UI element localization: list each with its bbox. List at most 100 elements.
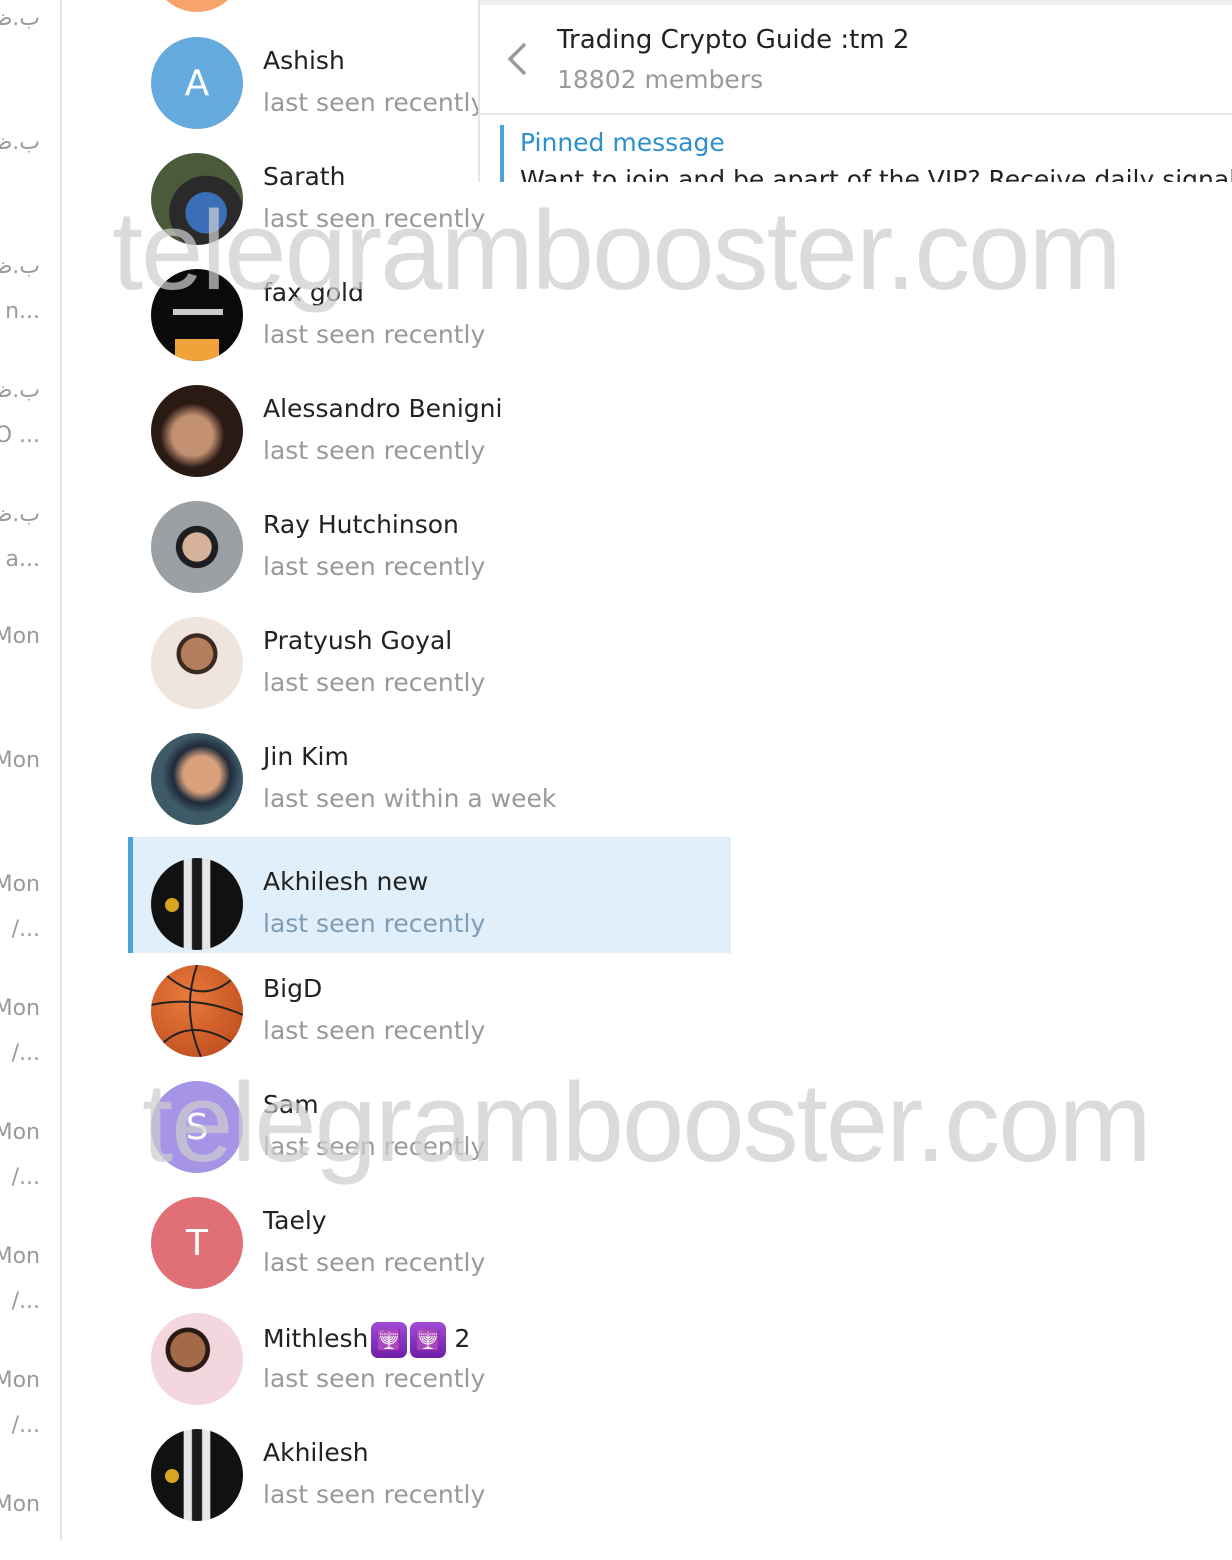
- pinned-message[interactable]: Pinned message Want to join and be apart…: [500, 125, 1232, 182]
- member-name: Sam: [263, 1090, 319, 1119]
- avatar[interactable]: [151, 0, 243, 12]
- chat-title: Trading Crypto Guide :tm 2: [557, 25, 910, 55]
- member-name: Alessandro Benigni: [263, 394, 503, 423]
- avatar: [151, 1429, 243, 1521]
- member-row[interactable]: Jin Kim last seen within a week: [128, 712, 731, 828]
- chat-list-item[interactable]: ب.ظ: [0, 6, 40, 31]
- member-row[interactable]: T Taely last seen recently: [128, 1176, 731, 1292]
- chat-list-item[interactable]: Mon /...: [0, 1368, 40, 1438]
- avatar: [151, 858, 243, 950]
- menorah-emoji-icon: 🕎: [371, 1322, 408, 1358]
- member-status: last seen recently: [263, 88, 486, 117]
- chat-list-item[interactable]: Mon /...: [0, 1120, 40, 1190]
- chat-time: ب.ظ: [0, 502, 40, 527]
- chat-list-item[interactable]: Mon /...: [0, 1244, 40, 1314]
- chat-time: Mon: [0, 872, 40, 897]
- member-name: BigD: [263, 974, 323, 1003]
- member-status: last seen recently: [263, 436, 486, 465]
- member-name: Ashish: [263, 46, 345, 75]
- member-status: last seen recently: [263, 1016, 486, 1045]
- avatar: [151, 153, 243, 245]
- avatar: [151, 617, 243, 709]
- chat-list-item[interactable]: Mon /...: [0, 996, 40, 1066]
- member-row[interactable]: fax gold last seen recently: [128, 248, 731, 364]
- chat-time: Mon: [0, 1492, 40, 1517]
- chat-preview: n...: [5, 299, 40, 324]
- member-row[interactable]: Akhilesh last seen recently: [128, 1408, 731, 1524]
- member-row[interactable]: Mithlesh 🕎 🕎 2 last seen recently: [128, 1292, 731, 1408]
- member-status: last seen recently: [263, 1132, 486, 1161]
- chat-time: ب.ظ: [0, 254, 40, 279]
- avatar: [151, 385, 243, 477]
- chevron-left-icon: [507, 43, 526, 75]
- chat-time: Mon: [0, 748, 40, 773]
- chat-time: Mon: [0, 624, 40, 649]
- chat-header-panel: Trading Crypto Guide :tm 2 18802 members…: [478, 0, 1232, 182]
- member-status: last seen within a week: [263, 784, 557, 813]
- member-status: last seen recently: [263, 1364, 486, 1393]
- chat-list-item[interactable]: Mon: [0, 1492, 40, 1517]
- chat-preview: /...: [11, 1165, 40, 1190]
- avatar: T: [151, 1197, 243, 1289]
- avatar: S: [151, 1081, 243, 1173]
- member-name: fax gold: [263, 278, 364, 307]
- member-list: A Ashish last seen recently Sarath last …: [128, 0, 731, 1560]
- basketball-avatar: [151, 965, 243, 1057]
- member-status: last seen recently: [263, 204, 486, 233]
- chat-preview: /...: [11, 917, 40, 942]
- member-status: last seen recently: [263, 552, 486, 581]
- chat-time: ب.ظ: [0, 378, 40, 403]
- menorah-emoji-icon: 🕎: [410, 1322, 447, 1358]
- member-name-text: Mithlesh: [263, 1324, 369, 1353]
- avatar-initial: T: [186, 1222, 208, 1264]
- avatar-initial: A: [184, 62, 210, 104]
- chat-preview: /...: [11, 1041, 40, 1066]
- chat-list-item[interactable]: ب.ظ n...: [0, 254, 40, 324]
- avatar: A: [151, 37, 243, 129]
- chat-list-item[interactable]: ب.ظ: [0, 130, 40, 155]
- member-status: last seen recently: [263, 1248, 486, 1277]
- chat-list-item[interactable]: Mon: [0, 624, 40, 649]
- member-row[interactable]: S Sam last seen recently: [128, 1060, 731, 1176]
- member-name: Sarath: [263, 162, 346, 191]
- chat-header[interactable]: Trading Crypto Guide :tm 2 18802 members: [480, 5, 1232, 115]
- chat-time: Mon: [0, 996, 40, 1021]
- chat-time: Mon: [0, 1244, 40, 1269]
- member-row[interactable]: BigD last seen recently: [128, 944, 731, 1060]
- member-row-selected[interactable]: Akhilesh new last seen recently: [128, 837, 731, 953]
- chat-preview: /...: [11, 1289, 40, 1314]
- chat-list-item[interactable]: ب.ظ a...: [0, 502, 40, 572]
- member-row[interactable]: Alessandro Benigni last seen recently: [128, 364, 731, 480]
- avatar: [151, 1313, 243, 1405]
- chat-time: ب.ظ: [0, 130, 40, 155]
- chat-list-item[interactable]: Mon: [0, 748, 40, 773]
- member-row[interactable]: Pratyush Goyal last seen recently: [128, 596, 731, 712]
- avatar: [151, 733, 243, 825]
- chat-preview: O ...: [0, 423, 40, 448]
- member-name-suffix: 2: [454, 1324, 471, 1353]
- member-name: Mithlesh 🕎 🕎 2: [263, 1322, 470, 1358]
- avatar: [151, 269, 243, 361]
- member-name: Jin Kim: [263, 742, 349, 771]
- chat-preview: /...: [11, 1413, 40, 1438]
- member-name: Akhilesh new: [263, 867, 429, 896]
- chat-time: Mon: [0, 1120, 40, 1145]
- avatar: [151, 501, 243, 593]
- chat-list-truncated: ب.ظ ب.ظ ب.ظ n... ب.ظ O ... ب.ظ a... Mon Mon…: [0, 0, 62, 1540]
- member-name: Ray Hutchinson: [263, 510, 459, 539]
- chat-time: ب.ظ: [0, 6, 40, 31]
- member-status: last seen recently: [263, 668, 486, 697]
- chat-list-item[interactable]: Mon /...: [0, 872, 40, 942]
- pinned-text: Want to join and be apart of the VIP? Re…: [520, 165, 1232, 182]
- member-status: last seen recently: [263, 320, 486, 349]
- chat-time: Mon: [0, 1368, 40, 1393]
- chat-list-item[interactable]: ب.ظ O ...: [0, 378, 40, 448]
- member-name: Pratyush Goyal: [263, 626, 453, 655]
- avatar-initial: S: [185, 1106, 209, 1148]
- back-button[interactable]: [502, 39, 532, 79]
- member-row[interactable]: Ray Hutchinson last seen recently: [128, 480, 731, 596]
- member-name: Akhilesh: [263, 1438, 369, 1467]
- chat-preview: a...: [5, 547, 40, 572]
- pinned-label: Pinned message: [520, 128, 725, 157]
- member-count: 18802 members: [557, 65, 764, 94]
